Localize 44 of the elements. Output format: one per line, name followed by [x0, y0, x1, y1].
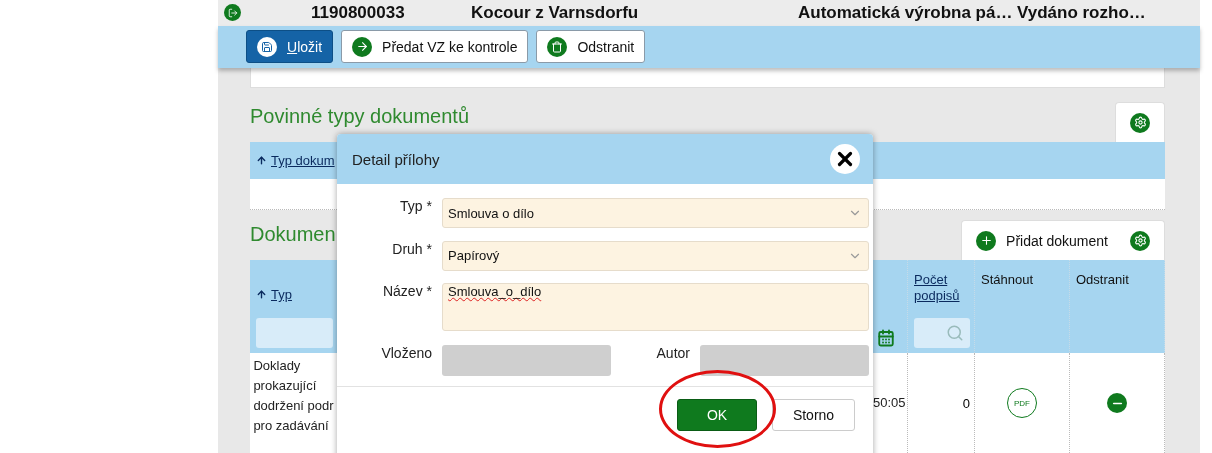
field-label: Autor — [655, 344, 690, 363]
header-text: Automatická výrobna pá… — [798, 2, 1014, 23]
exit-icon[interactable] — [224, 4, 241, 22]
arrow-right-icon — [352, 36, 373, 57]
remove-icon[interactable] — [1107, 393, 1127, 413]
sort-up-icon — [256, 155, 267, 166]
table-cell: Doklady prokazující dodržení podr pro zadávání — [253, 357, 334, 435]
trash-icon — [547, 36, 568, 57]
header-text: Vydáno rozho… — [1017, 2, 1147, 23]
settings-button[interactable] — [1115, 102, 1165, 142]
close-button[interactable] — [830, 144, 860, 174]
forward-button[interactable]: Předat VZ ke kontrole — [341, 30, 529, 64]
field-label: Typ * — [399, 198, 432, 216]
field-label: Vloženo — [380, 344, 432, 363]
sort-link[interactable]: Typ — [256, 287, 333, 302]
calendar-icon[interactable] — [877, 329, 895, 347]
delete-button[interactable]: Odstranit — [536, 30, 646, 64]
save-button[interactable]: Uložit — [246, 30, 334, 64]
field-label: Druh * — [391, 240, 432, 259]
settings-icon — [1130, 112, 1150, 133]
column-header: Stáhnout — [981, 272, 1035, 287]
sort-link[interactable]: Typ dokum — [256, 153, 335, 168]
table-cell: 50:05 — [873, 394, 906, 412]
add-document-button[interactable]: Přidat dokument — [961, 220, 1165, 260]
field-label: Název * — [381, 283, 432, 301]
filter-field[interactable] — [256, 318, 333, 348]
column-header: Odstranit — [1076, 272, 1130, 287]
section-title: Dokumen — [250, 223, 336, 247]
sort-up-icon — [256, 289, 267, 300]
ok-button[interactable]: OK — [677, 399, 757, 431]
select-field[interactable]: Papírový — [442, 240, 869, 271]
table-cell: 0 — [962, 395, 970, 411]
plus-icon — [976, 230, 997, 251]
section-title: Povinné typy dokumentů — [250, 105, 470, 129]
text-area[interactable]: Smlouva_o_dílo — [442, 283, 869, 331]
header-text: Kocour z Varnsdorfu — [471, 2, 640, 23]
settings-icon — [1130, 230, 1150, 251]
select-field[interactable]: Smlouva o dílo — [442, 198, 869, 228]
cancel-button[interactable]: Storno — [772, 399, 855, 431]
header-text: 1190800033 — [311, 2, 406, 23]
dialog-title: Detail přílohy — [352, 150, 440, 168]
save-icon — [257, 36, 277, 57]
search-icon — [946, 324, 964, 342]
filter-field[interactable] — [914, 318, 970, 348]
